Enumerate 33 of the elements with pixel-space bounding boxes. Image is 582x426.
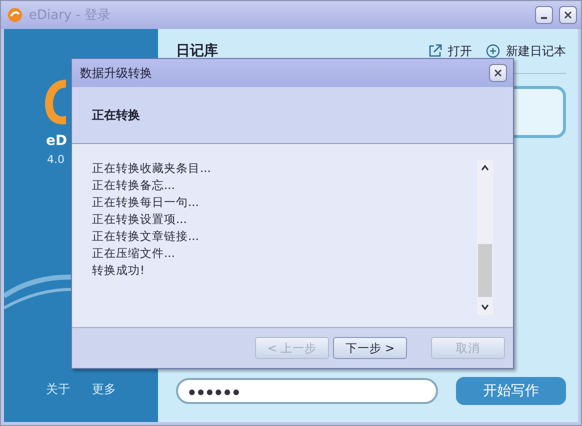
minimize-button[interactable]	[535, 6, 553, 24]
log-line: 转换成功!	[92, 262, 146, 279]
plus-icon	[486, 44, 500, 58]
scrollbar[interactable]	[477, 160, 493, 315]
app-name: eD	[46, 133, 68, 149]
sidebar-link[interactable]: 更多	[92, 381, 116, 398]
log-line: 正在转换文章链接...	[92, 228, 200, 245]
chevron-up-icon	[480, 164, 490, 172]
step-heading: 正在转换	[92, 106, 140, 124]
library-title: 日记库	[176, 42, 218, 60]
log-line: 正在转换备忘...	[92, 177, 176, 194]
logo-icon	[7, 7, 23, 23]
sidebar-link[interactable]: 关于	[46, 381, 70, 398]
log-line: 正在转换每日一句...	[92, 194, 200, 211]
new-notebook-link[interactable]: 新建日记本	[486, 42, 566, 60]
close-button[interactable]	[489, 64, 507, 82]
password-field[interactable]: ●●●●●●	[176, 378, 438, 404]
external-link-icon	[428, 44, 442, 58]
chevron-down-icon	[480, 303, 490, 311]
close-button[interactable]	[559, 6, 577, 24]
scroll-thumb[interactable]	[478, 244, 492, 297]
log-line: 正在转换设置项...	[92, 211, 188, 228]
dialog-title: 数据升级转换	[80, 64, 152, 82]
close-icon	[563, 10, 573, 20]
close-icon	[493, 68, 503, 78]
log-line: 正在压缩文件...	[92, 245, 176, 262]
logo-icon	[44, 77, 66, 127]
minimize-icon	[541, 17, 547, 19]
wizard-button[interactable]: 下一步 >	[333, 337, 407, 359]
start-writing-button[interactable]: 开始写作	[456, 377, 566, 405]
open-link[interactable]: 打开	[428, 42, 472, 60]
version-label: 4.0	[47, 153, 64, 166]
log-line: 正在转换收藏夹条目...	[92, 160, 212, 177]
